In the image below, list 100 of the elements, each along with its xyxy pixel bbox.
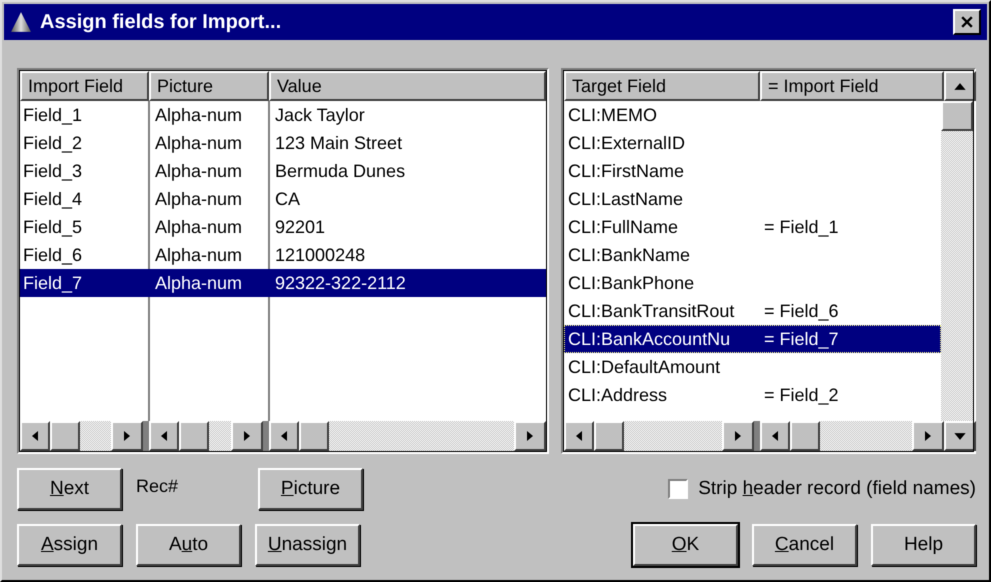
table-cell-text: = Field_2 [763,384,840,406]
left-arrow-icon [575,431,583,441]
table-cell-text: Alpha-num [154,272,244,294]
list-row[interactable]: CLI:LastName [564,185,941,213]
table-cell-text: Field_2 [22,132,84,154]
table-cell-text: Bermuda Dunes [274,160,406,182]
scroll-thumb[interactable] [50,421,80,451]
close-button[interactable] [953,9,981,35]
table-cell-text: CLI:DefaultAmount [567,356,722,378]
scroll-right-button[interactable] [514,421,546,451]
list-row[interactable]: Field_3 Alpha-num Bermuda Dunes [20,157,546,185]
scroll-left-button[interactable] [760,421,790,451]
list-row[interactable]: CLI:DefaultAmount [564,353,941,381]
scroll-left-button[interactable] [564,421,594,451]
column-header[interactable]: Picture [149,71,269,101]
list-row[interactable]: CLI:BankTransitRout = Field_6 [564,297,941,325]
table-cell-text: Field_4 [22,188,84,210]
checkbox[interactable] [668,479,688,499]
list-row[interactable]: CLI:BankName [564,241,941,269]
scroll-right-button[interactable] [912,421,944,451]
table-cell-text: 92201 [274,216,326,238]
table-cell-text: CLI:FullName [567,216,680,238]
table-cell-text: Alpha-num [154,132,244,154]
scroll-right-button[interactable] [111,421,143,451]
list-row[interactable]: CLI:FullName = Field_1 [564,213,941,241]
horizontal-scrollbar[interactable] [564,421,754,451]
close-icon [961,16,973,28]
right-arrow-icon [924,431,932,441]
list-row[interactable]: Field_5 Alpha-num 92201 [20,213,546,241]
next-button[interactable]: Next [17,468,122,510]
list-row[interactable]: CLI:MEMO [564,101,941,129]
vertical-scrollbar[interactable] [941,101,973,421]
up-arrow-icon [954,82,966,90]
table-cell-text: CLI:Address [567,384,668,406]
table-cell-text: CLI:BankTransitRout [567,300,736,322]
picture-button[interactable]: Picture [258,468,363,510]
scroll-thumb[interactable] [594,421,624,451]
window-title: Assign fields for Import... [40,10,282,34]
horizontal-scrollbar[interactable] [20,421,143,451]
table-cell-text: CLI:MEMO [567,104,658,126]
column-header[interactable]: = Import Field [760,71,944,101]
triangle-icon [10,11,32,33]
table-cell-text: Field_5 [22,216,84,238]
scroll-left-button[interactable] [20,421,50,451]
table-cell-text: Alpha-num [154,216,244,238]
table-cell-text: Field_1 [22,104,84,126]
table-cell-text: CLI:BankAccountNu [567,328,732,350]
list-row[interactable]: Field_2 Alpha-num 123 Main Street [20,129,546,157]
list-row[interactable]: Field_4 Alpha-num CA [20,185,546,213]
table-cell-text: Field_6 [22,244,84,266]
table-cell-text: Jack Taylor [274,104,366,126]
right-arrow-icon [123,431,131,441]
scroll-left-button[interactable] [269,421,299,451]
horizontal-scrollbar[interactable] [760,421,944,451]
table-cell-text: CLI:BankPhone [567,272,696,294]
table-cell-text: CA [274,188,302,210]
table-cell-text: CLI:BankName [567,244,692,266]
action-button[interactable]: Unassign [255,524,360,566]
list-row[interactable]: Field_6 Alpha-num 121000248 [20,241,546,269]
column-header[interactable]: Target Field [564,71,760,101]
column-header[interactable]: Import Field [20,71,149,101]
record-number-label: Rec# [136,475,180,497]
table-cell-text: CLI:FirstName [567,160,686,182]
scroll-right-button[interactable] [722,421,754,451]
horizontal-scrollbar[interactable] [269,421,546,451]
list-row[interactable]: CLI:BankAccountNu = Field_7 [564,325,941,353]
dialog-button[interactable]: OK [633,524,738,566]
horizontal-scrollbar[interactable] [149,421,263,451]
scroll-right-button[interactable] [231,421,263,451]
scroll-thumb[interactable] [179,421,209,451]
scroll-up-button[interactable] [944,71,976,101]
table-cell-text: Field_3 [22,160,84,182]
list-row[interactable]: CLI:FirstName [564,157,941,185]
table-cell-text: 121000248 [274,244,366,266]
scroll-down-button[interactable] [944,421,976,451]
strip-header-checkbox[interactable]: Strip header record (field names) [668,468,976,510]
list-row[interactable]: CLI:ExternalID [564,129,941,157]
right-arrow-icon [734,431,742,441]
left-arrow-icon [280,431,288,441]
list-row[interactable]: CLI:Address = Field_2 [564,381,941,409]
table-cell-text: = Field_1 [763,216,840,238]
list-row[interactable]: Field_1 Alpha-num Jack Taylor [20,101,546,129]
table-cell-text: Alpha-num [154,160,244,182]
action-button[interactable]: Assign [17,524,122,566]
dialog-button[interactable]: Cancel [752,524,857,566]
list-row[interactable]: Field_7 Alpha-num 92322-322-2112 [20,269,546,297]
table-cell-text: Alpha-num [154,104,244,126]
scroll-thumb[interactable] [299,421,329,451]
action-button[interactable]: Auto [136,524,241,566]
right-arrow-icon [243,431,251,441]
column-header[interactable]: Value [269,71,546,101]
table-cell-text: Alpha-num [154,188,244,210]
scroll-thumb[interactable] [790,421,820,451]
list-row[interactable]: CLI:BankPhone [564,269,941,297]
table-cell-text: = Field_6 [763,300,840,322]
dialog-button[interactable]: Help [871,524,976,566]
scroll-left-button[interactable] [149,421,179,451]
left-arrow-icon [160,431,168,441]
table-cell-text: 92322-322-2112 [274,272,407,294]
scroll-thumb[interactable] [941,101,973,131]
